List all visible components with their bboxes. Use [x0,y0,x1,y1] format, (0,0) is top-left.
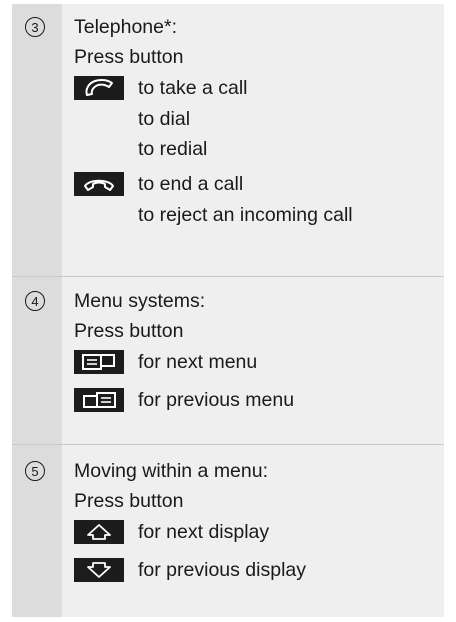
instruction-item: to end a call [74,168,444,200]
phone-hangup-icon [74,172,124,196]
arrow-down-icon [74,558,124,582]
instruction-item: for previous display [74,554,444,586]
item-label: to reject an incoming call [138,204,353,226]
section-instruction: Press button [74,46,184,68]
section-moving-within-menu: 5 Moving within a menu: Press button for… [12,445,444,617]
next-menu-icon [74,350,124,374]
item-label: for next display [138,521,270,543]
phone-pickup-icon [74,76,124,100]
section-telephone: 3 Telephone*: Press button to take a cal… [12,4,444,277]
arrow-up-icon [74,520,124,544]
item-label: to redial [138,138,208,160]
instruction-item: for next display [74,516,444,548]
instruction-table: 3 Telephone*: Press button to take a cal… [12,4,444,617]
item-label: to take a call [138,77,248,99]
section-title: Moving within a menu: [74,460,269,482]
item-label: to dial [138,108,191,130]
instruction-item: to take a call [74,72,444,104]
section-number: 4 [25,291,45,311]
item-label: for next menu [138,351,258,373]
item-label: to end a call [138,173,244,195]
previous-menu-icon [74,388,124,412]
section-instruction: Press button [74,320,184,342]
section-number: 3 [25,17,45,37]
section-instruction: Press button [74,490,184,512]
section-title: Menu systems: [74,290,206,312]
instruction-item: for next menu [74,346,444,378]
instruction-item: for previous menu [74,384,444,416]
section-menu-systems: 4 Menu systems: Press button for next me… [12,277,444,445]
section-title: Telephone*: [74,16,178,38]
section-number: 5 [25,461,45,481]
item-label: for previous menu [138,389,295,411]
item-label: for previous display [138,559,306,581]
